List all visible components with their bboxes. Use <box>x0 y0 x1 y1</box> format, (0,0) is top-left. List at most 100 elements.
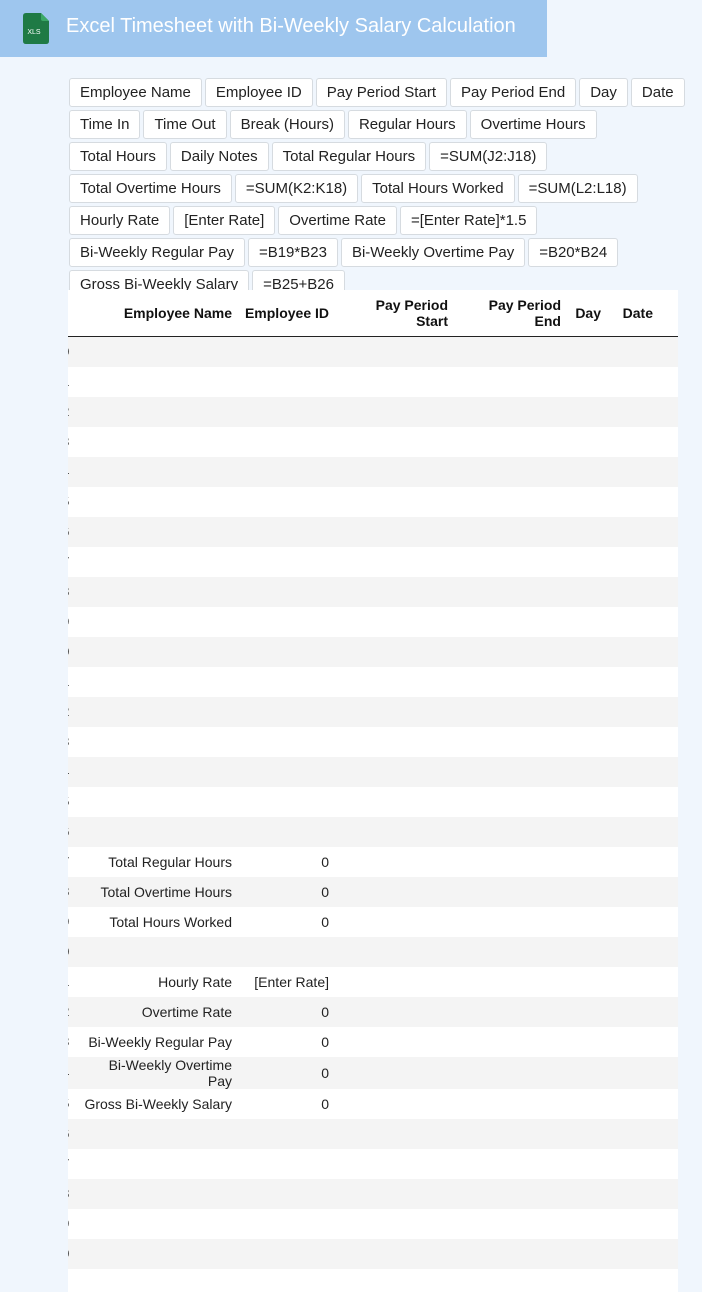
cell-employee-id[interactable] <box>238 336 335 367</box>
cell-empty[interactable] <box>454 757 567 787</box>
cell-empty[interactable] <box>454 937 567 967</box>
cell-employee-name[interactable] <box>78 1149 238 1179</box>
cell-employee-name[interactable]: Hourly Rate <box>78 967 238 997</box>
cell-empty[interactable] <box>454 607 567 637</box>
cell-empty[interactable] <box>567 397 607 427</box>
cell-employee-id[interactable] <box>238 517 335 547</box>
cell-empty[interactable] <box>567 1149 607 1179</box>
cell-empty[interactable] <box>607 757 659 787</box>
cell-empty[interactable] <box>607 1057 659 1089</box>
cell-employee-name[interactable]: Total Regular Hours <box>78 847 238 877</box>
cell-empty[interactable] <box>659 727 678 757</box>
cell-empty[interactable] <box>607 847 659 877</box>
cell-employee-name[interactable] <box>78 937 238 967</box>
cell-employee-name[interactable]: Bi-Weekly Overtime Pay <box>78 1057 238 1089</box>
cell-empty[interactable] <box>567 877 607 907</box>
cell-empty[interactable] <box>335 1149 454 1179</box>
cell-empty[interactable] <box>335 577 454 607</box>
cell-empty[interactable] <box>567 637 607 667</box>
cell-empty[interactable] <box>659 787 678 817</box>
cell-empty[interactable] <box>567 1209 607 1239</box>
cell-empty[interactable] <box>607 457 659 487</box>
cell-empty[interactable] <box>567 517 607 547</box>
cell-employee-id[interactable] <box>238 1119 335 1149</box>
cell-empty[interactable] <box>454 1089 567 1119</box>
spreadsheet-view[interactable]: Employee Name Employee ID Pay Period Start… <box>68 290 678 1292</box>
cell-empty[interactable] <box>659 427 678 457</box>
cell-empty[interactable] <box>335 1027 454 1057</box>
cell-employee-id[interactable] <box>238 637 335 667</box>
cell-empty[interactable] <box>454 997 567 1027</box>
cell-employee-id[interactable]: 0 <box>238 847 335 877</box>
cell-empty[interactable] <box>454 907 567 937</box>
cell-employee-name[interactable] <box>78 1179 238 1209</box>
cell-empty[interactable] <box>335 367 454 397</box>
cell-empty[interactable] <box>454 697 567 727</box>
cell-empty[interactable] <box>607 997 659 1027</box>
cell-empty[interactable] <box>659 1239 678 1269</box>
cell-empty[interactable] <box>607 367 659 397</box>
cell-empty[interactable] <box>607 937 659 967</box>
cell-empty[interactable] <box>454 336 567 367</box>
cell-empty[interactable] <box>567 607 607 637</box>
cell-employee-name[interactable] <box>78 1239 238 1269</box>
cell-empty[interactable] <box>335 457 454 487</box>
cell-empty[interactable] <box>659 1057 678 1089</box>
cell-empty[interactable] <box>567 336 607 367</box>
cell-empty[interactable] <box>567 757 607 787</box>
cell-empty[interactable] <box>659 457 678 487</box>
cell-empty[interactable] <box>454 637 567 667</box>
cell-empty[interactable] <box>454 967 567 997</box>
cell-empty[interactable] <box>659 397 678 427</box>
cell-empty[interactable] <box>659 1209 678 1239</box>
cell-employee-name[interactable] <box>78 367 238 397</box>
cell-employee-id[interactable] <box>238 607 335 637</box>
cell-employee-name[interactable] <box>78 427 238 457</box>
cell-empty[interactable] <box>454 817 567 847</box>
cell-empty[interactable] <box>567 457 607 487</box>
cell-empty[interactable] <box>607 547 659 577</box>
cell-empty[interactable] <box>607 697 659 727</box>
cell-empty[interactable] <box>607 787 659 817</box>
cell-empty[interactable] <box>567 667 607 697</box>
cell-empty[interactable] <box>567 1239 607 1269</box>
cell-empty[interactable] <box>659 1119 678 1149</box>
cell-empty[interactable] <box>335 817 454 847</box>
cell-employee-id[interactable]: [Enter Rate] <box>238 967 335 997</box>
cell-employee-name[interactable]: Total Hours Worked <box>78 907 238 937</box>
cell-employee-name[interactable] <box>78 727 238 757</box>
cell-empty[interactable] <box>567 1027 607 1057</box>
cell-empty[interactable] <box>454 547 567 577</box>
cell-employee-id[interactable] <box>238 547 335 577</box>
cell-empty[interactable] <box>567 907 607 937</box>
cell-empty[interactable] <box>607 877 659 907</box>
cell-empty[interactable] <box>335 667 454 697</box>
cell-employee-name[interactable] <box>78 757 238 787</box>
cell-empty[interactable] <box>335 787 454 817</box>
cell-empty[interactable] <box>335 997 454 1027</box>
cell-empty[interactable] <box>454 667 567 697</box>
cell-empty[interactable] <box>567 487 607 517</box>
cell-empty[interactable] <box>567 817 607 847</box>
cell-empty[interactable] <box>659 1149 678 1179</box>
cell-employee-id[interactable]: 0 <box>238 1089 335 1119</box>
cell-empty[interactable] <box>607 577 659 607</box>
cell-employee-id[interactable] <box>238 487 335 517</box>
cell-empty[interactable] <box>607 1119 659 1149</box>
cell-empty[interactable] <box>335 907 454 937</box>
cell-empty[interactable] <box>454 727 567 757</box>
cell-empty[interactable] <box>659 937 678 967</box>
cell-employee-name[interactable] <box>78 637 238 667</box>
cell-empty[interactable] <box>567 427 607 457</box>
cell-empty[interactable] <box>607 607 659 637</box>
cell-employee-name[interactable]: Bi-Weekly Regular Pay <box>78 1027 238 1057</box>
cell-employee-id[interactable] <box>238 697 335 727</box>
cell-empty[interactable] <box>335 397 454 427</box>
cell-empty[interactable] <box>567 967 607 997</box>
cell-empty[interactable] <box>454 397 567 427</box>
cell-empty[interactable] <box>659 336 678 367</box>
cell-empty[interactable] <box>454 517 567 547</box>
cell-empty[interactable] <box>607 517 659 547</box>
cell-empty[interactable] <box>335 607 454 637</box>
cell-empty[interactable] <box>454 787 567 817</box>
